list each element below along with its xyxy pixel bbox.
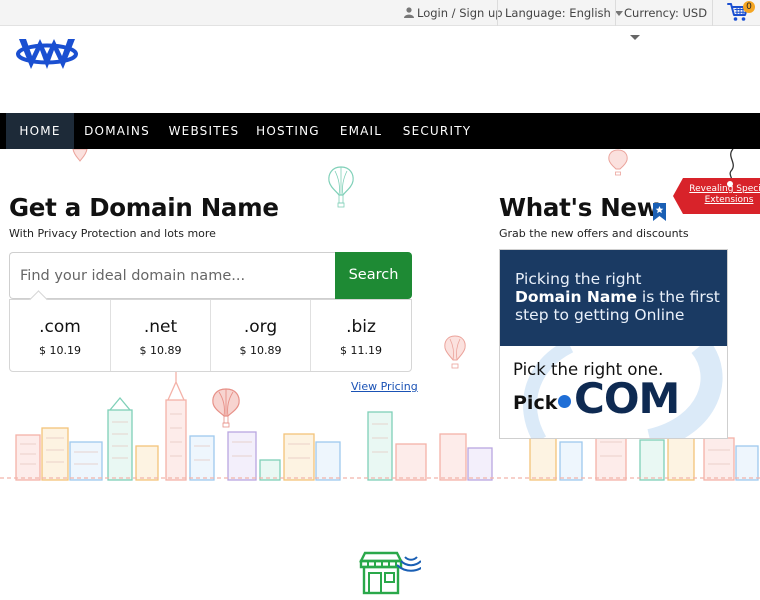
tld-price: $ 10.89 [139, 344, 182, 357]
tld-name: .com [39, 317, 81, 337]
domain-search-box [9, 252, 335, 299]
nav-item-email[interactable]: EMAIL [333, 113, 389, 149]
whats-new-subtitle: Grab the new offers and discounts [499, 227, 689, 240]
tld-name: .net [143, 317, 178, 337]
com-logo-word: COM [574, 374, 680, 423]
nav-item-home[interactable]: HOME [6, 113, 74, 149]
nav-item-hosting[interactable]: HOSTING [250, 113, 326, 149]
balloon-decoration-icon [72, 149, 88, 162]
tld-item-net[interactable]: .net $ 10.89 [110, 300, 210, 371]
login-label: Login / Sign up [417, 6, 503, 20]
currency-value: USD [682, 6, 708, 20]
tld-name: .biz [346, 317, 376, 337]
promo-line-2-rest: is the first [636, 288, 720, 306]
cart-count-badge: 0 [743, 1, 755, 13]
currency-dropdown-caret-icon[interactable] [630, 35, 640, 40]
domain-search-subtitle: With Privacy Protection and lots more [9, 227, 216, 240]
language-selector[interactable]: Language: English [505, 0, 623, 26]
promo-top-panel: Picking the right Domain Name is the fir… [500, 250, 727, 346]
chevron-down-icon [614, 11, 623, 16]
promo-line-1: Picking the right [515, 270, 642, 288]
promo-bottom-panel: Pick the right one. Pick COM [500, 346, 727, 438]
tld-item-com[interactable]: .com $ 10.19 [10, 300, 110, 371]
domain-search-title: Get a Domain Name [9, 193, 279, 222]
tld-price-panel: .com $ 10.19 .net $ 10.89 .org $ 10.89 .… [9, 290, 412, 372]
balloon-decoration-icon [608, 149, 628, 176]
login-signup-link[interactable]: Login / Sign up [404, 0, 503, 26]
tld-price: $ 10.19 [39, 344, 81, 357]
language-value: English [569, 6, 611, 20]
main-navigation: HOME DOMAINS WEBSITES HOSTING EMAIL SECU… [0, 113, 760, 149]
tld-item-biz[interactable]: .biz $ 11.19 [310, 300, 411, 371]
promo-line-2: Domain Name is the first [515, 288, 720, 306]
currency-selector[interactable]: Currency: USD [624, 0, 707, 26]
promo-line-2-bold: Domain Name [515, 288, 637, 306]
topbar-divider [497, 0, 498, 26]
promo-line-3: step to getting Online [515, 306, 685, 324]
search-button[interactable]: Search [335, 252, 412, 299]
tld-item-org[interactable]: .org $ 10.89 [210, 300, 310, 371]
pick-com-promo-banner[interactable]: Picking the right Domain Name is the fir… [499, 249, 728, 439]
pick-logo-word: Pick [513, 392, 558, 414]
ribbon-line-1: Revealing Special [689, 184, 760, 194]
store-icon [359, 551, 421, 595]
logo-w-icon[interactable] [16, 36, 78, 72]
ribbon-line-2: Extensions [704, 195, 754, 205]
top-utility-bar: Login / Sign up Language: English Curren… [0, 0, 760, 26]
currency-label: Currency: [624, 6, 679, 20]
tld-name: .org [243, 317, 278, 337]
nav-item-websites[interactable]: WEBSITES [163, 113, 245, 149]
tld-price: $ 10.89 [239, 344, 282, 357]
cart-button[interactable]: 0 [727, 1, 755, 24]
tld-price: $ 11.19 [340, 344, 382, 357]
domain-search-input[interactable] [20, 253, 330, 298]
view-pricing-link[interactable]: View Pricing [351, 380, 418, 393]
balloon-decoration-icon [444, 335, 466, 369]
language-label: Language: [505, 6, 566, 20]
bookmark-icon [653, 203, 666, 221]
whats-new-title: What's New [499, 193, 660, 222]
nav-item-security[interactable]: SECURITY [397, 113, 477, 149]
balloon-decoration-icon [328, 166, 354, 208]
topbar-divider [712, 0, 713, 26]
pick-logo-dot-icon [558, 395, 571, 408]
user-icon [404, 7, 414, 18]
ribbon-label: Revealing Special Extensions [679, 184, 760, 206]
topbar-divider [615, 0, 616, 26]
nav-item-domains[interactable]: DOMAINS [78, 113, 156, 149]
